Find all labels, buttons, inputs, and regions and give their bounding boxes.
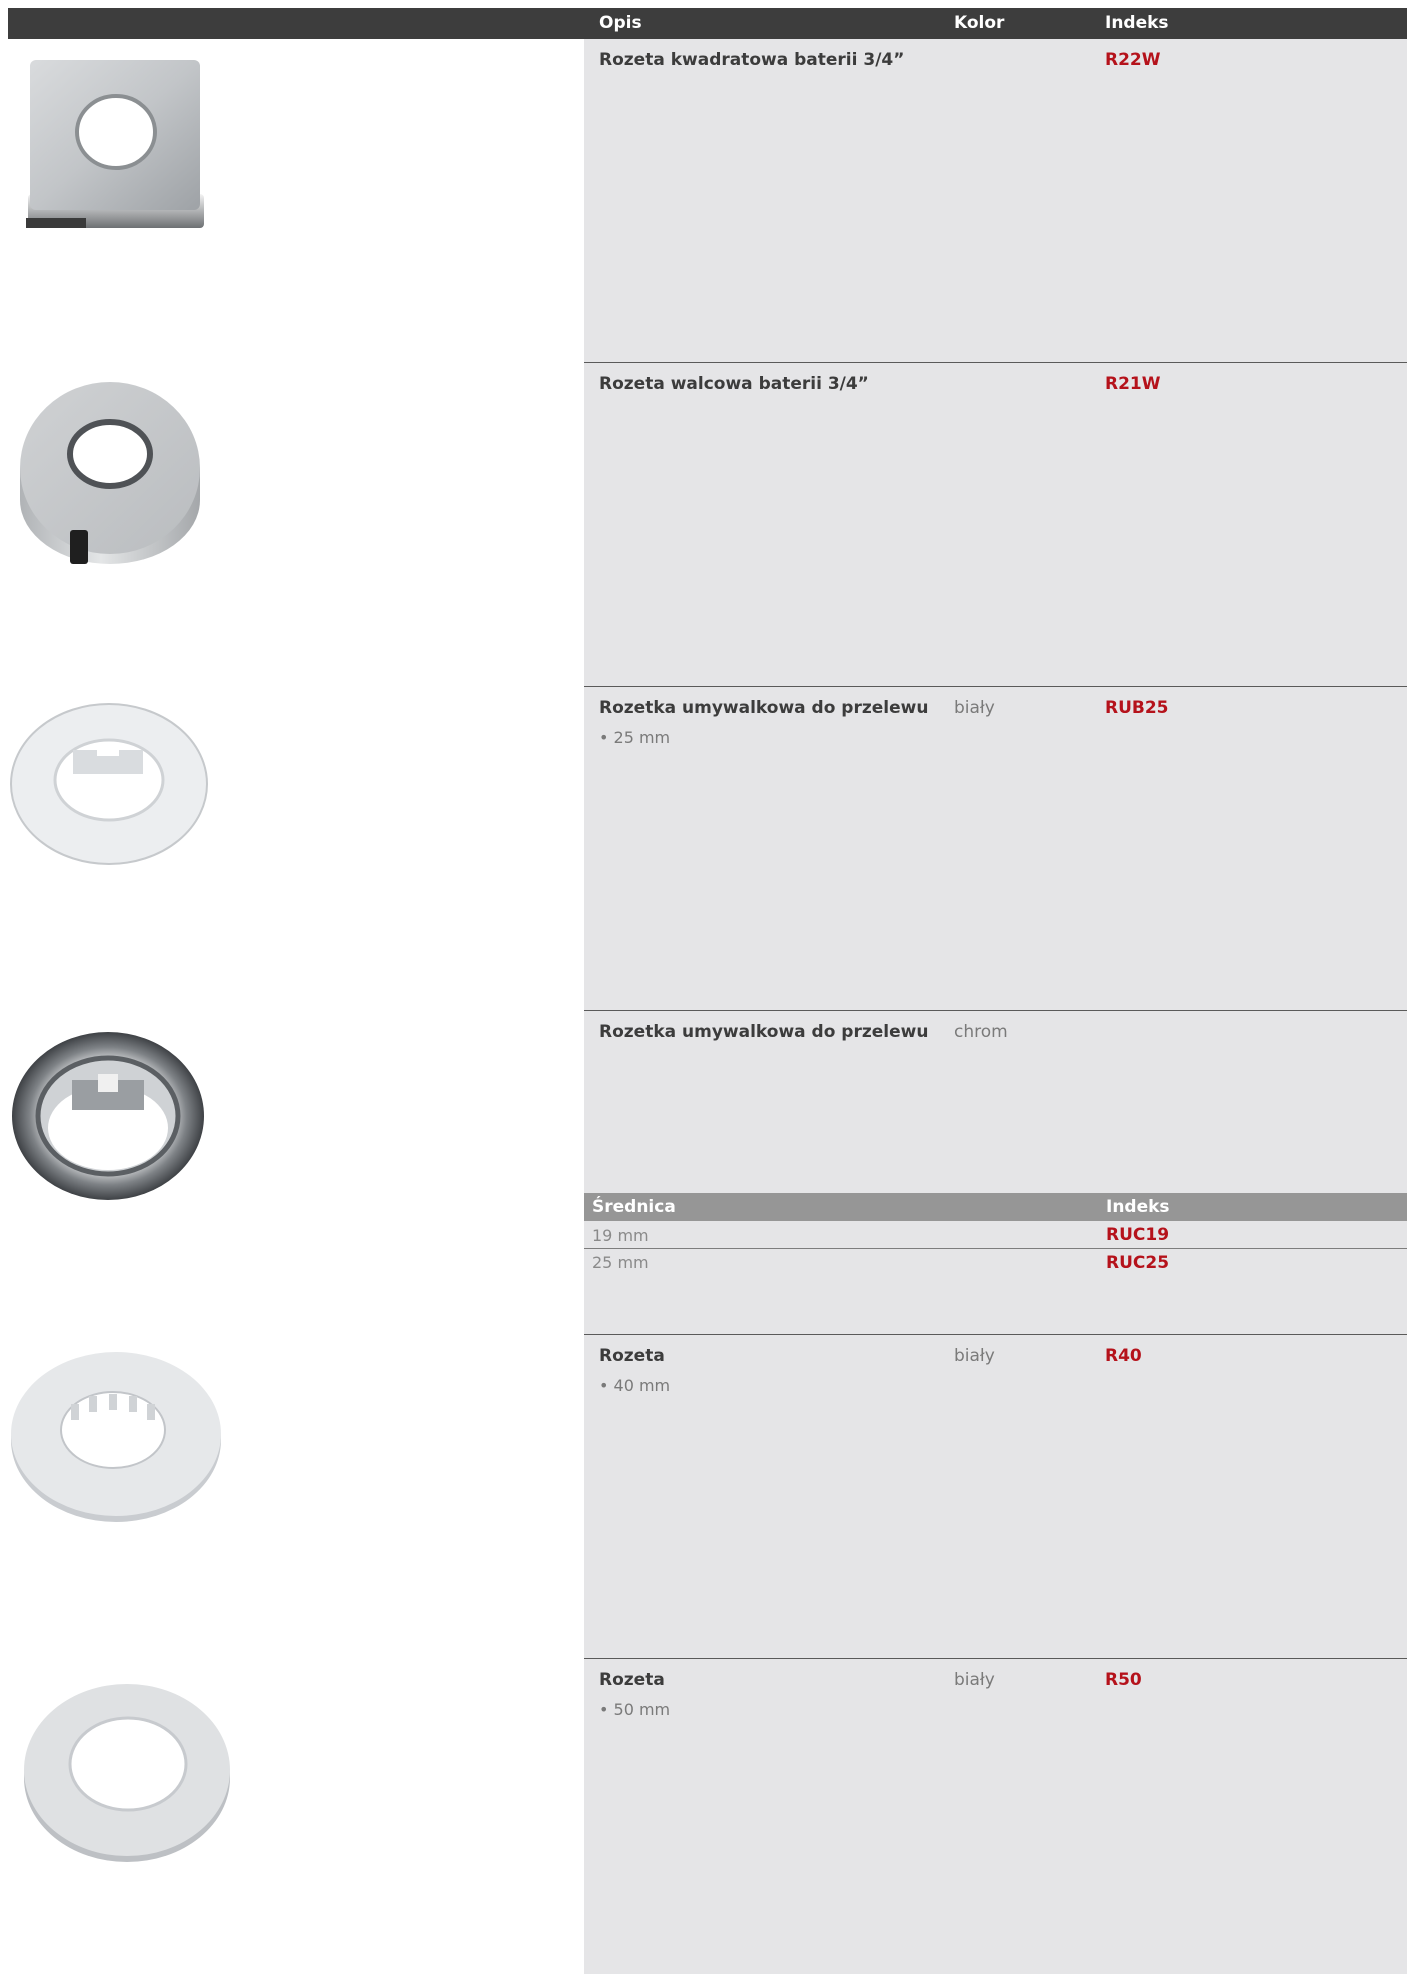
square-rosette-chrome-icon — [26, 58, 206, 238]
product-index: RUB25 — [1105, 698, 1169, 718]
product-note: • 50 mm — [599, 1700, 671, 1719]
product-name: Rozeta — [599, 1346, 665, 1366]
product-index: R50 — [1105, 1670, 1142, 1690]
column-header-opis: Opis — [599, 13, 642, 33]
rosette-50-white-icon — [22, 1680, 232, 1870]
rosette-40-white-icon — [9, 1350, 223, 1528]
overflow-ring-white-icon — [9, 702, 209, 870]
product-color: biały — [954, 1670, 995, 1690]
product-index: R40 — [1105, 1346, 1142, 1366]
product-note: • 25 mm — [599, 728, 671, 747]
row-divider — [584, 362, 1407, 363]
product-name: Rozetka umywalkowa do przelewu — [599, 698, 929, 718]
product-note: • 40 mm — [599, 1376, 671, 1395]
table-header-bar — [8, 8, 1407, 39]
diameter-header: Średnica — [592, 1197, 676, 1217]
diameter-index: RUC19 — [1106, 1225, 1170, 1245]
diameter-table-header: Średnica Indeks — [584, 1193, 1407, 1221]
diameter-index: RUC25 — [1106, 1253, 1170, 1273]
column-header-kolor: Kolor — [954, 13, 1005, 33]
product-name: Rozeta walcowa baterii 3/4” — [599, 374, 869, 394]
diameter-value: 19 mm — [592, 1226, 649, 1245]
row-divider — [584, 686, 1407, 687]
diameter-index-header: Indeks — [1106, 1197, 1170, 1217]
row-divider — [584, 1658, 1407, 1659]
product-color: biały — [954, 1346, 995, 1366]
product-index: R21W — [1105, 374, 1161, 394]
diameter-value: 25 mm — [592, 1253, 649, 1272]
row-divider — [584, 1010, 1407, 1011]
product-name: Rozetka umywalkowa do przelewu — [599, 1022, 929, 1042]
overflow-ring-chrome-icon — [10, 1030, 206, 1206]
product-table-panel — [584, 39, 1407, 1974]
product-index: R22W — [1105, 50, 1161, 70]
table-row-divider — [584, 1248, 1407, 1249]
product-name: Rozeta kwadratowa baterii 3/4” — [599, 50, 905, 70]
product-color: biały — [954, 698, 995, 718]
column-header-indeks: Indeks — [1105, 13, 1169, 33]
product-color: chrom — [954, 1022, 1008, 1042]
product-name: Rozeta — [599, 1670, 665, 1690]
cylindrical-rosette-chrome-icon — [18, 380, 202, 572]
row-divider — [584, 1334, 1407, 1335]
